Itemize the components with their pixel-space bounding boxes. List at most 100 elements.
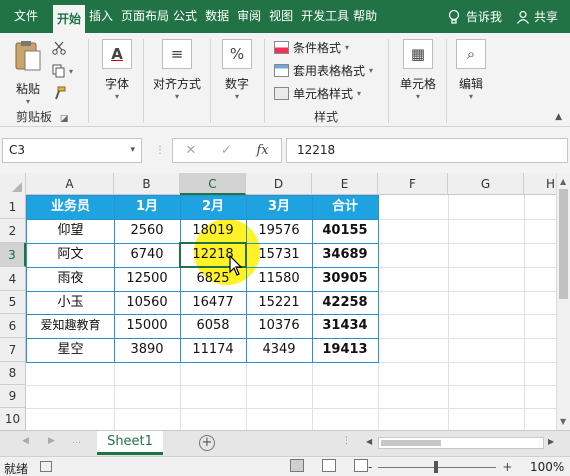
column-header-b[interactable]: B [114, 173, 180, 195]
tab-data[interactable]: 数据 [201, 0, 233, 33]
format-as-table-button[interactable]: 套用表格格式 ▾ [274, 62, 373, 79]
zoom-slider[interactable]: - + [368, 460, 512, 474]
table-cell[interactable]: 10376 [246, 314, 312, 337]
table-header-cell[interactable]: 2月 [180, 195, 246, 219]
row-header-1[interactable]: 1 [0, 195, 26, 219]
table-header-cell[interactable]: 合计 [312, 195, 378, 219]
cells-button[interactable]: ▦ 单元格 ▾ [394, 39, 442, 109]
table-cell[interactable]: 11174 [180, 338, 246, 361]
tab-help[interactable]: 帮助 [349, 0, 381, 33]
formula-bar-grip-icon[interactable]: ⋮ [155, 145, 166, 156]
name-box[interactable]: C3 ▾ [2, 138, 142, 163]
normal-view-icon[interactable] [290, 459, 304, 472]
zoom-in-icon[interactable]: + [502, 460, 512, 474]
page-break-view-icon[interactable] [354, 459, 368, 472]
table-header-cell[interactable]: 业务员 [27, 195, 114, 219]
insert-function-icon[interactable]: fx [256, 143, 268, 158]
table-cell[interactable]: 6058 [180, 314, 246, 337]
table-header-cell[interactable]: 3月 [246, 195, 312, 219]
table-header-cell[interactable]: 1月 [114, 195, 180, 219]
copy-dropdown-icon[interactable]: ▾ [69, 67, 73, 76]
row-header-8[interactable]: 8 [0, 362, 26, 385]
copy-button[interactable]: ▾ [52, 64, 73, 78]
table-cell[interactable]: 19576 [246, 219, 312, 242]
table-cell[interactable]: 雨夜 [27, 267, 114, 290]
column-header-g[interactable]: G [448, 173, 524, 195]
table-cell[interactable]: 15221 [246, 291, 312, 314]
number-button[interactable]: % 数字 ▾ [214, 39, 260, 109]
scroll-right-icon[interactable]: ▶ [548, 437, 558, 451]
name-box-dropdown-icon[interactable]: ▾ [130, 145, 135, 155]
column-header-h[interactable]: H [524, 173, 558, 195]
zoom-level[interactable]: 100% [530, 460, 564, 474]
table-cell[interactable]: 小玉 [27, 291, 114, 314]
cut-button[interactable] [52, 41, 66, 58]
cancel-icon[interactable]: ✕ [185, 143, 196, 158]
row-header-4[interactable]: 4 [0, 267, 26, 291]
table-cell[interactable]: 16477 [180, 291, 246, 314]
zoom-out-icon[interactable]: - [368, 460, 372, 474]
share-button[interactable]: 共享 [516, 8, 570, 25]
row-header-5[interactable]: 5 [0, 291, 26, 314]
table-cell[interactable]: 15731 [246, 243, 312, 266]
conditional-format-button[interactable]: 条件格式 ▾ [274, 39, 349, 56]
sheet-tab-sheet1[interactable]: Sheet1 [97, 431, 163, 455]
formula-input[interactable]: 12218 [286, 138, 568, 163]
row-header-6[interactable]: 6 [0, 314, 26, 338]
table-cell-total[interactable]: 42258 [312, 291, 378, 314]
cell-styles-button[interactable]: 单元格样式 ▾ [274, 85, 361, 102]
column-header-e[interactable]: E [312, 173, 378, 195]
tell-me-box[interactable]: 告诉我 [434, 8, 516, 25]
tab-review[interactable]: 审阅 [233, 0, 265, 33]
table-cell[interactable]: 15000 [114, 314, 180, 337]
select-all-corner[interactable] [0, 173, 26, 195]
paste-button[interactable]: 粘贴 ▾ [8, 39, 48, 106]
tab-formulas[interactable]: 公式 [169, 0, 201, 33]
table-cell[interactable]: 18019 [180, 219, 246, 242]
row-header-10[interactable]: 10 [0, 408, 26, 430]
row-header-9[interactable]: 9 [0, 385, 26, 408]
table-cell[interactable]: 阿文 [27, 243, 114, 266]
collapse-ribbon-icon[interactable]: ▲ [555, 112, 562, 122]
font-button[interactable]: A 字体 ▾ [94, 39, 140, 109]
table-cell-total[interactable]: 30905 [312, 267, 378, 290]
table-cell[interactable]: 3890 [114, 338, 180, 361]
row-header-3[interactable]: 3 [0, 243, 26, 267]
sheet-next-icon[interactable]: ▶ [48, 436, 55, 446]
table-cell[interactable]: 2560 [114, 219, 180, 242]
tab-view[interactable]: 视图 [265, 0, 297, 33]
tab-developer[interactable]: 开发工具 [297, 0, 349, 33]
table-cell[interactable]: 星空 [27, 338, 114, 361]
column-header-a[interactable]: A [26, 173, 114, 195]
table-cell[interactable]: 爱知趣教育 [27, 314, 114, 337]
table-cell[interactable]: 11580 [246, 267, 312, 290]
macro-record-icon[interactable] [40, 461, 52, 472]
column-header-d[interactable]: D [246, 173, 312, 195]
tab-insert[interactable]: 插入 [85, 0, 117, 33]
tab-page-layout[interactable]: 页面布局 [117, 0, 169, 33]
vertical-scrollbar[interactable]: ▲ ▼ [556, 173, 570, 430]
sheet-prev-icon[interactable]: ◀ [22, 436, 29, 446]
page-layout-view-icon[interactable] [322, 459, 336, 472]
table-cell-total[interactable]: 34689 [312, 243, 378, 266]
worksheet-grid[interactable]: A B C D E F G H 1 2 3 4 5 6 7 8 9 10 业务员… [0, 173, 570, 430]
alignment-button[interactable]: ≡ 对齐方式 ▾ [150, 39, 204, 109]
tab-file[interactable]: 文件 [0, 0, 53, 33]
row-header-7[interactable]: 7 [0, 338, 26, 362]
scroll-left-icon[interactable]: ◀ [366, 437, 376, 451]
table-cell-total[interactable]: 40155 [312, 219, 378, 242]
table-cell[interactable]: 12500 [114, 267, 180, 290]
add-sheet-icon[interactable]: + [199, 435, 215, 451]
confirm-icon[interactable]: ✓ [221, 143, 232, 158]
horizontal-scrollbar[interactable] [378, 437, 544, 449]
table-cell-total[interactable]: 31434 [312, 314, 378, 337]
paste-dropdown-icon[interactable]: ▾ [8, 97, 48, 106]
zoom-thumb[interactable] [434, 460, 439, 473]
table-cell[interactable]: 4349 [246, 338, 312, 361]
tab-split-grip-icon[interactable]: ⋮ [342, 436, 351, 446]
tab-home[interactable]: 开始 [53, 5, 86, 33]
clipboard-launcher-icon[interactable]: ◪ [60, 114, 69, 124]
table-cell[interactable]: 6740 [114, 243, 180, 266]
format-painter-button[interactable] [52, 86, 66, 103]
table-cell-total[interactable]: 19413 [312, 338, 378, 361]
